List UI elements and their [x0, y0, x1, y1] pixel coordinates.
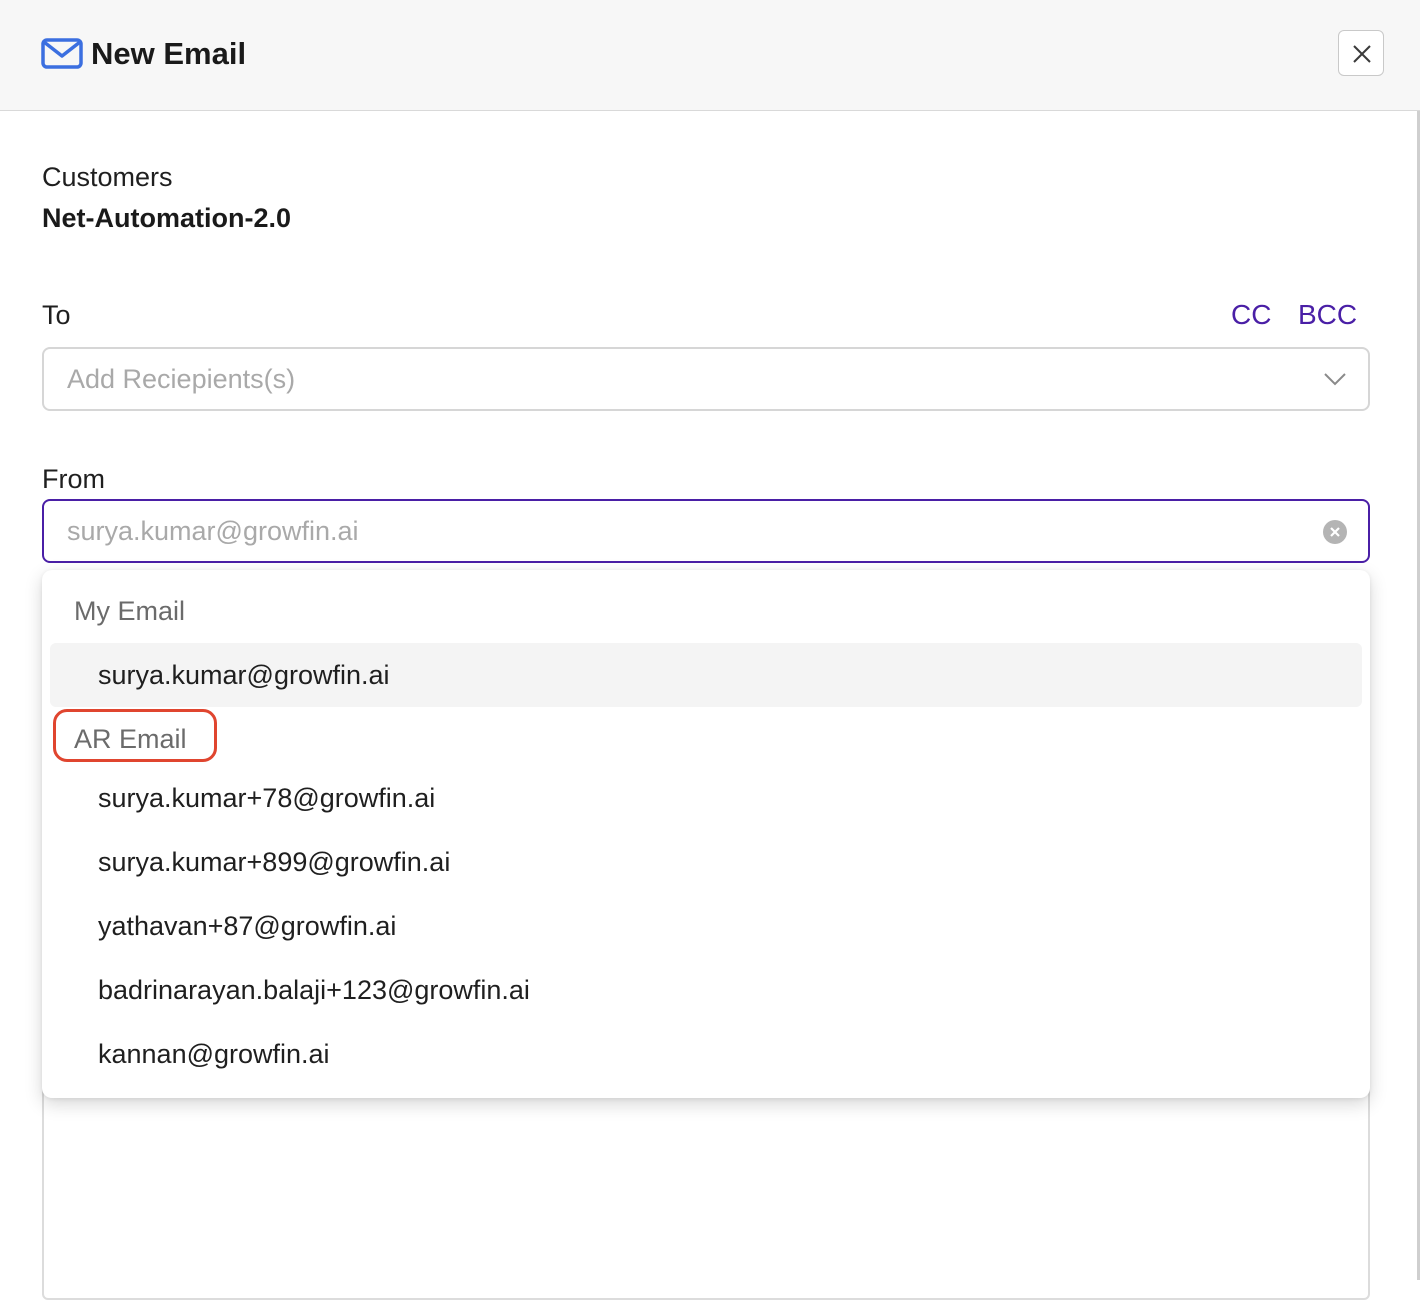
- from-value: surya.kumar@growfin.ai: [67, 516, 359, 546]
- annotation-highlight: [53, 709, 217, 762]
- recipients-placeholder: Add Reciepients(s): [67, 364, 296, 394]
- close-button[interactable]: [1338, 30, 1384, 76]
- clear-icon[interactable]: [1322, 519, 1348, 545]
- from-label: From: [42, 464, 105, 494]
- close-icon: [1353, 45, 1371, 63]
- customer-name: Net-Automation-2.0: [42, 203, 291, 233]
- option-label: surya.kumar+899@growfin.ai: [98, 847, 451, 877]
- to-label: To: [42, 300, 71, 330]
- option-label: badrinarayan.balaji+123@growfin.ai: [98, 975, 530, 1005]
- option-label: surya.kumar@growfin.ai: [98, 660, 390, 690]
- option-label: kannan@growfin.ai: [98, 1039, 330, 1069]
- option-ar-email-2[interactable]: surya.kumar+899@growfin.ai: [50, 830, 1362, 894]
- bcc-link[interactable]: BCC: [1298, 298, 1357, 332]
- group-label-my-email: My Email: [74, 596, 186, 626]
- recipients-select[interactable]: Add Reciepients(s): [42, 347, 1370, 411]
- option-label: surya.kumar+78@growfin.ai: [98, 783, 436, 813]
- dialog-header: New Email: [0, 0, 1420, 111]
- from-select[interactable]: surya.kumar@growfin.ai: [42, 499, 1370, 563]
- option-ar-email-1[interactable]: surya.kumar+78@growfin.ai: [50, 766, 1362, 830]
- option-ar-email-3[interactable]: yathavan+87@growfin.ai: [50, 894, 1362, 958]
- chevron-down-icon[interactable]: [1323, 371, 1347, 387]
- option-ar-email-4[interactable]: badrinarayan.balaji+123@growfin.ai: [50, 958, 1362, 1022]
- dialog-title: New Email: [91, 36, 247, 71]
- mail-icon: [41, 38, 83, 69]
- option-label: yathavan+87@growfin.ai: [98, 911, 397, 941]
- cc-link[interactable]: CC: [1231, 298, 1271, 332]
- option-ar-email-5[interactable]: kannan@growfin.ai: [50, 1022, 1362, 1086]
- option-my-email-1[interactable]: surya.kumar@growfin.ai: [50, 643, 1362, 707]
- customers-label: Customers: [42, 162, 173, 192]
- from-dropdown-menu: My Email surya.kumar@growfin.ai AR Email…: [42, 570, 1370, 1098]
